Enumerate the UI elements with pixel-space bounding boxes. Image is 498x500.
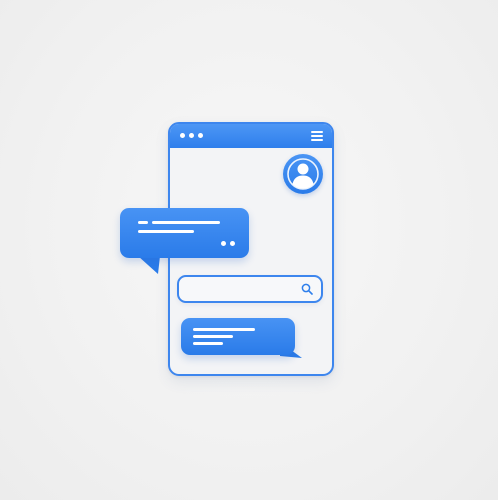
window-dot xyxy=(180,133,185,138)
typing-dot xyxy=(230,241,235,246)
window-dots xyxy=(180,133,203,138)
user-avatar-icon[interactable] xyxy=(283,154,323,194)
message-line-bullet xyxy=(138,221,148,224)
message-line xyxy=(193,342,223,345)
search-icon[interactable] xyxy=(301,283,313,295)
incoming-bubble-tail xyxy=(138,256,160,274)
typing-dot xyxy=(221,241,226,246)
message-line xyxy=(193,335,233,338)
message-line xyxy=(152,221,220,224)
menu-bar xyxy=(311,135,323,137)
message-line xyxy=(193,328,255,331)
chat-app-illustration xyxy=(0,0,498,500)
search-input[interactable] xyxy=(177,275,323,303)
outgoing-message-bubble[interactable] xyxy=(181,318,295,355)
menu-bar xyxy=(311,131,323,133)
menu-bar xyxy=(311,139,323,141)
window-dot xyxy=(198,133,203,138)
typing-dots xyxy=(221,241,235,246)
message-line xyxy=(138,230,194,233)
incoming-message-bubble[interactable] xyxy=(120,208,249,258)
hamburger-menu-icon[interactable] xyxy=(311,131,323,141)
window-dot xyxy=(189,133,194,138)
user-silhouette-icon xyxy=(287,158,319,190)
phone-header-bar xyxy=(170,124,332,148)
